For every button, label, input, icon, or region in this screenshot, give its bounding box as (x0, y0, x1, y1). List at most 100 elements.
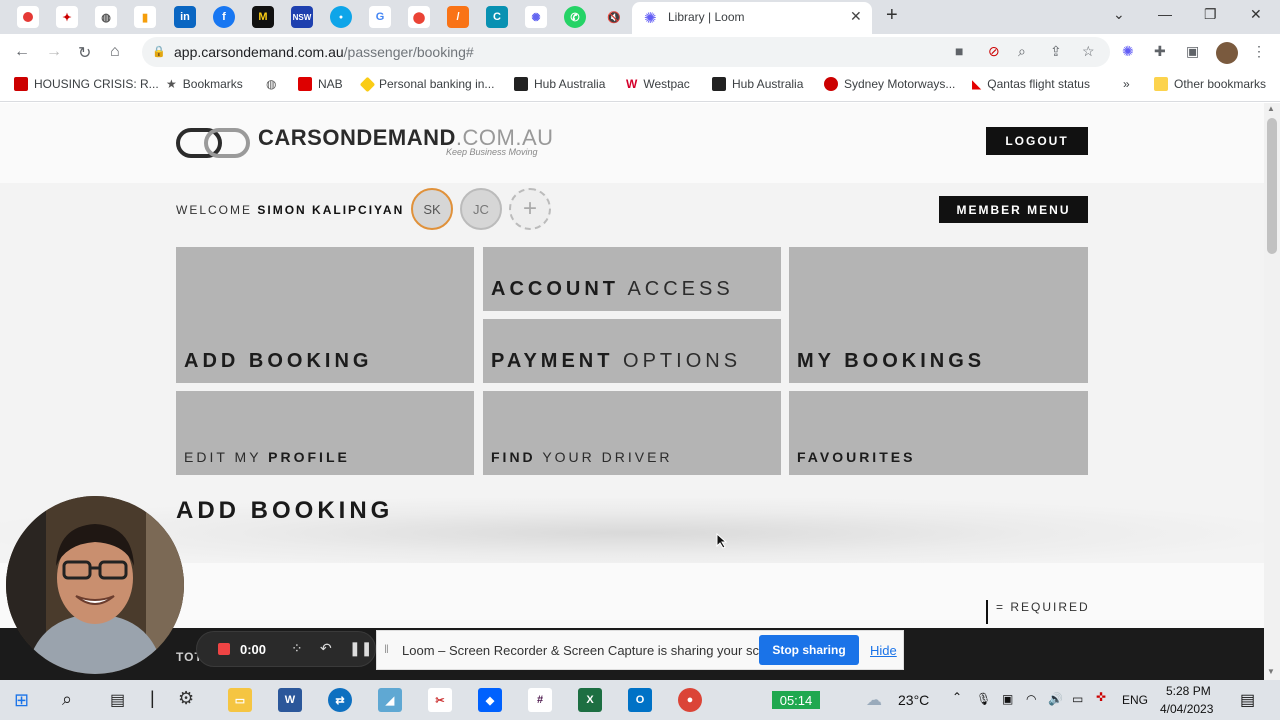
word-icon[interactable]: W (278, 688, 302, 712)
bookmark-globe[interactable]: ◍ (266, 77, 276, 91)
window-close-button[interactable]: ✕ (1250, 6, 1262, 23)
scrollbar-thumb[interactable] (1267, 118, 1277, 254)
bookmark-item[interactable]: HOUSING CRISIS: R... (14, 77, 159, 91)
search-icon[interactable]: ⌕ (62, 689, 72, 710)
file-explorer-icon[interactable]: ▭ (228, 688, 252, 712)
other-bookmarks[interactable]: Other bookmarks (1154, 77, 1266, 91)
add-user-button[interactable]: + (509, 188, 551, 230)
bookmark-item[interactable]: ◣ Qantas flight status (972, 77, 1090, 91)
slack-icon[interactable]: # (528, 688, 552, 712)
bookmark-item[interactable]: Personal banking in... (359, 76, 494, 92)
home-button[interactable]: ⌂ (110, 43, 120, 61)
record-tab-icon[interactable] (17, 6, 39, 28)
tile-find-driver[interactable]: FIND YOUR DRIVER (483, 391, 781, 475)
tab-icon[interactable]: C (486, 6, 508, 28)
restore-button[interactable]: ❐ (1204, 6, 1217, 23)
avatar-jc[interactable]: JC (460, 188, 502, 230)
logout-button[interactable]: LOGOUT (986, 127, 1088, 155)
teamviewer-icon[interactable]: ⇄ (328, 688, 352, 712)
drawing-grid-icon[interactable]: ⁘ (291, 640, 303, 657)
nsw-tab-icon[interactable]: NSW (291, 6, 313, 28)
scroll-down-icon[interactable]: ▼ (1267, 667, 1275, 676)
globe-tab-icon[interactable]: ◍ (95, 6, 117, 28)
chevron-down-icon[interactable]: ⌄ (1113, 6, 1125, 23)
counter-widget[interactable]: 05:14 (772, 691, 820, 709)
puzzle-icon[interactable]: ✚ (1154, 43, 1166, 60)
chrome-icon[interactable]: ● (678, 688, 702, 712)
back-button[interactable]: ← (14, 43, 30, 61)
avatar-sk[interactable]: SK (411, 188, 453, 230)
antivirus-icon[interactable]: ✜ (1096, 690, 1106, 704)
lock-icon[interactable]: 🔒 (152, 45, 166, 58)
muted-tab-icon[interactable]: 🔇 (603, 6, 625, 28)
tile-account-access[interactable]: ACCOUNT ACCESS (483, 247, 781, 311)
menu-icon[interactable]: ⋮ (1252, 43, 1266, 60)
tab-icon[interactable]: ● (330, 6, 352, 28)
tile-favourites[interactable]: FAVOURITES (789, 391, 1088, 475)
pinned-tab-icon[interactable]: ✦ (56, 6, 78, 28)
maps-tab-icon[interactable]: ⬤ (408, 6, 430, 28)
google-tab-icon[interactable]: G (369, 6, 391, 28)
language-indicator[interactable]: ENG (1122, 693, 1148, 707)
url-text[interactable]: app.carsondemand.com.au/passenger/bookin… (174, 44, 474, 60)
tile-payment-options[interactable]: PAYMENT OPTIONS (483, 319, 781, 383)
bookmark-item[interactable]: W Westpac (626, 77, 690, 91)
bookmark-item[interactable]: ★ Bookmarks (166, 77, 243, 91)
linkedin-tab-icon[interactable]: in (174, 6, 196, 28)
profile-avatar[interactable] (1216, 42, 1238, 64)
pause-icon[interactable]: ❚❚ (349, 640, 372, 657)
volume-icon[interactable]: 🔊 (1048, 692, 1063, 706)
share-icon[interactable]: ⇪ (1050, 43, 1062, 60)
stop-sharing-button[interactable]: Stop sharing (759, 635, 859, 665)
star-icon[interactable]: ☆ (1082, 43, 1095, 60)
facebook-tab-icon[interactable]: f (213, 6, 235, 28)
member-menu-button[interactable]: MEMBER MENU (939, 196, 1088, 223)
whatsapp-tab-icon[interactable]: ✆ (564, 6, 586, 28)
microphone-icon[interactable]: 🎙 (976, 692, 991, 706)
bookmark-item[interactable]: NAB (298, 77, 343, 91)
snipping-icon[interactable]: ✂ (428, 688, 452, 712)
reload-button[interactable]: ↻ (78, 43, 91, 63)
zoom-icon[interactable]: ⌕ (1018, 43, 1026, 60)
loom-extension-icon[interactable]: ✺ (1122, 43, 1134, 60)
app-icon[interactable]: ◢ (378, 688, 402, 712)
chevron-up-icon[interactable]: ⌃ (952, 690, 962, 704)
analytics-tab-icon[interactable]: ▮ (134, 6, 156, 28)
forward-button[interactable]: → (46, 43, 62, 61)
windows-start-icon[interactable]: ⊞ (14, 690, 29, 711)
temperature[interactable]: 23°C (898, 692, 929, 708)
hide-link[interactable]: Hide (870, 643, 897, 658)
tile-add-booking[interactable]: ADD BOOKING (176, 247, 474, 383)
tab-icon[interactable]: / (447, 6, 469, 28)
bookmark-item[interactable]: Sydney Motorways... (824, 77, 955, 91)
bookmark-item[interactable]: Hub Australia (712, 77, 803, 91)
scroll-up-icon[interactable]: ▲ (1267, 104, 1275, 113)
task-view-icon[interactable]: ▤ (110, 690, 125, 710)
new-tab-button[interactable]: + (886, 4, 898, 27)
close-icon[interactable]: ✕ (850, 8, 862, 25)
webcam-bubble[interactable] (6, 496, 184, 674)
minimize-button[interactable]: — (1158, 6, 1172, 22)
drag-handle-icon[interactable]: ‖ (384, 642, 389, 656)
notifications-icon[interactable]: ▤ (1240, 690, 1255, 710)
clock-date[interactable]: 4/04/2023 (1160, 702, 1213, 716)
outlook-icon[interactable]: O (628, 688, 652, 712)
clock-time[interactable]: 5:28 PM (1166, 684, 1211, 698)
camera-icon[interactable]: ■ (955, 43, 963, 59)
dropbox-icon[interactable]: ◆ (478, 688, 502, 712)
bookmarks-overflow-button[interactable]: » (1123, 77, 1130, 91)
excel-icon[interactable]: X (578, 688, 602, 712)
stop-recording-icon[interactable] (218, 643, 230, 655)
battery-icon[interactable]: ▭ (1072, 692, 1083, 706)
wifi-icon[interactable]: ◠ (1026, 692, 1036, 706)
tile-edit-profile[interactable]: EDIT MY PROFILE (176, 391, 474, 475)
blocked-icon[interactable]: ⊘ (988, 43, 1000, 60)
loom-tab-icon[interactable]: ✺ (525, 6, 547, 28)
undo-icon[interactable]: ↶ (320, 640, 332, 657)
settings-icon[interactable]: ⚙ (178, 688, 194, 709)
bookmark-item[interactable]: Hub Australia (514, 77, 605, 91)
tray-icon[interactable]: ▣ (1002, 692, 1013, 706)
sidebar-icon[interactable]: ▣ (1186, 43, 1199, 60)
miro-tab-icon[interactable]: M (252, 6, 274, 28)
tile-my-bookings[interactable]: MY BOOKINGS (789, 247, 1088, 383)
